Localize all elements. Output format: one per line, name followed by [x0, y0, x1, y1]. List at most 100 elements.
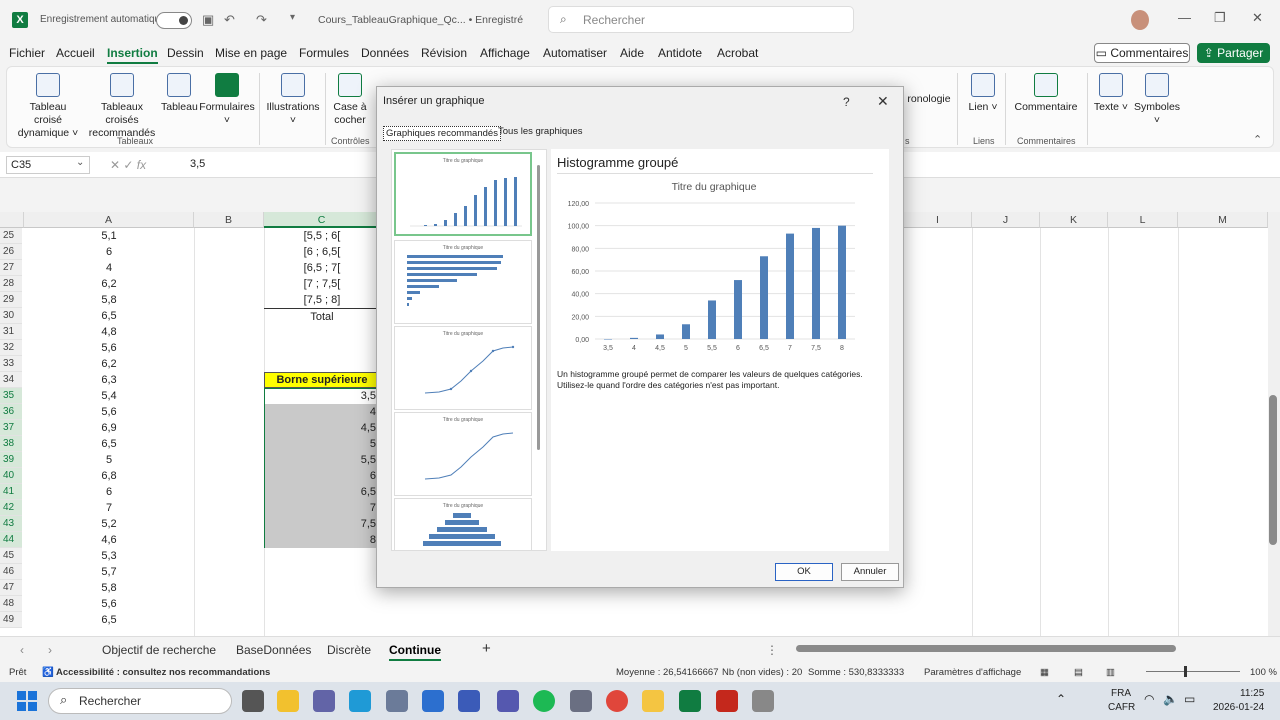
cell-a[interactable]: 5,6: [24, 340, 194, 356]
cell-a[interactable]: 6,3: [24, 372, 194, 388]
search-input[interactable]: Rechercher: [548, 6, 854, 33]
app-icon[interactable]: [458, 690, 480, 712]
row-header[interactable]: 26: [0, 244, 22, 260]
cell-a[interactable]: 6,2: [24, 356, 194, 372]
row-header[interactable]: 43: [0, 516, 22, 532]
page-layout-icon[interactable]: ▤: [1074, 667, 1083, 678]
cell-c-bound[interactable]: 7,5: [264, 516, 380, 532]
volume-icon[interactable]: 🔈: [1163, 692, 1178, 706]
row-header[interactable]: 46: [0, 564, 22, 580]
cell-a[interactable]: 4,6: [24, 532, 194, 548]
display-settings[interactable]: Paramètres d'affichage: [924, 667, 1021, 678]
restore-icon[interactable]: ❐: [1214, 10, 1226, 26]
task-view-icon[interactable]: [242, 690, 264, 712]
more-options-icon[interactable]: ⋮: [766, 643, 778, 657]
menu-donnees[interactable]: Données: [361, 46, 409, 60]
menu-automatiser[interactable]: Automatiser: [543, 46, 607, 60]
row-header[interactable]: 49: [0, 612, 22, 628]
comments-button[interactable]: ▭ Commentaires: [1094, 43, 1190, 63]
menu-accueil[interactable]: Accueil: [56, 46, 95, 60]
cell-a[interactable]: 7: [24, 500, 194, 516]
cell-c-bound[interactable]: 5: [264, 436, 380, 452]
share-button[interactable]: ⇪ Partager: [1197, 43, 1270, 63]
cell-a[interactable]: 4: [24, 260, 194, 276]
table-button[interactable]: Tableau: [161, 73, 198, 114]
col-header-j[interactable]: J: [972, 212, 1040, 228]
text-button[interactable]: Texte ˅: [1093, 73, 1129, 114]
recommended-pivot-button[interactable]: Tableaux croisés recommandés: [85, 73, 159, 140]
keyboard-layout[interactable]: CAFR: [1108, 702, 1135, 713]
cell-c-bound[interactable]: 6: [264, 468, 380, 484]
row-header[interactable]: 37: [0, 420, 22, 436]
menu-affichage[interactable]: Affichage: [480, 46, 530, 60]
cell-c-bound[interactable]: 4: [264, 404, 380, 420]
cell-a[interactable]: 6,5: [24, 436, 194, 452]
cell-a[interactable]: 5,2: [24, 516, 194, 532]
tab-recommended-charts[interactable]: Graphiques recommandés: [383, 126, 501, 141]
vertical-scroll-thumb[interactable]: [1269, 395, 1277, 545]
minimize-icon[interactable]: —: [1178, 10, 1191, 25]
timeline-button[interactable]: ronologie: [905, 93, 953, 106]
cell-a[interactable]: 6,5: [24, 308, 194, 324]
illustrations-button[interactable]: Illustrations ˅: [265, 73, 321, 127]
row-header[interactable]: 31: [0, 324, 22, 340]
cell-c-bound[interactable]: 8: [264, 532, 380, 548]
col-header-c[interactable]: C: [264, 212, 380, 228]
row-header[interactable]: 41: [0, 484, 22, 500]
cell-c-bound[interactable]: 3,5: [264, 388, 380, 404]
row-header[interactable]: 33: [0, 356, 22, 372]
cell-a[interactable]: 6: [24, 244, 194, 260]
cell-a[interactable]: 6,2: [24, 276, 194, 292]
row-header[interactable]: 28: [0, 276, 22, 292]
forms-button[interactable]: Formulaires ˅: [199, 73, 255, 127]
row-header[interactable]: 34: [0, 372, 22, 388]
tray-chevron-icon[interactable]: ⌃: [1056, 692, 1066, 706]
cell-a[interactable]: 5,1: [24, 228, 194, 244]
row-header[interactable]: 45: [0, 548, 22, 564]
clock-date[interactable]: 2026-01-24: [1213, 702, 1264, 713]
cell-a[interactable]: 5,4: [24, 388, 194, 404]
col-header-i[interactable]: I: [904, 212, 972, 228]
windows-start-icon[interactable]: [17, 691, 37, 711]
acrobat-icon[interactable]: [716, 690, 738, 712]
col-header-l[interactable]: L: [1108, 212, 1178, 228]
name-box-dropdown-icon[interactable]: ⌄: [76, 157, 84, 168]
thumb-clustered-column[interactable]: Titre du graphique: [394, 152, 532, 236]
close-window-icon[interactable]: ✕: [1252, 10, 1263, 26]
col-header-m[interactable]: M: [1178, 212, 1268, 228]
cell-c-bound[interactable]: 5,5: [264, 452, 380, 468]
add-sheet-button[interactable]: +: [482, 640, 491, 657]
cell-a[interactable]: 6,5: [24, 612, 194, 628]
thumb-line-markers[interactable]: Titre du graphique: [394, 326, 532, 410]
file-explorer-icon[interactable]: [277, 690, 299, 712]
menu-aide[interactable]: Aide: [620, 46, 644, 60]
wifi-icon[interactable]: ◠: [1144, 692, 1154, 706]
cell-c-bound[interactable]: 6,5: [264, 484, 380, 500]
thumb-clustered-bar[interactable]: Titre du graphique: [394, 240, 532, 324]
cell-c34-header[interactable]: Borne supérieure: [264, 372, 380, 388]
row-header[interactable]: 39: [0, 452, 22, 468]
row-header[interactable]: 42: [0, 500, 22, 516]
ok-button[interactable]: OK: [775, 563, 833, 581]
redo-icon[interactable]: ↷: [256, 12, 267, 28]
language-indicator[interactable]: FRA: [1111, 688, 1131, 699]
cell-a[interactable]: 6,9: [24, 420, 194, 436]
menu-antidote[interactable]: Antidote: [658, 46, 702, 60]
symbols-button[interactable]: Symboles ˅: [1133, 73, 1181, 127]
cell-a[interactable]: 5,7: [24, 564, 194, 580]
save-icon[interactable]: ▣: [202, 12, 214, 28]
k-app-icon[interactable]: [570, 690, 592, 712]
select-all-corner[interactable]: [0, 212, 24, 228]
clock-time[interactable]: 11:25: [1240, 688, 1264, 699]
cell-a[interactable]: 5: [24, 452, 194, 468]
cell-a[interactable]: 4,8: [24, 324, 194, 340]
col-header-k[interactable]: K: [1040, 212, 1108, 228]
chrome-icon[interactable]: [606, 690, 628, 712]
settings-icon[interactable]: [386, 690, 408, 712]
accessibility-icon[interactable]: ♿: [42, 667, 54, 678]
tab-all-charts[interactable]: Tous les graphiques: [498, 126, 583, 137]
col-header-b[interactable]: B: [194, 212, 264, 228]
row-header[interactable]: 35: [0, 388, 22, 404]
formula-icons[interactable]: ✕ ✓ fx: [110, 158, 146, 172]
autosave-toggle[interactable]: [156, 12, 192, 29]
